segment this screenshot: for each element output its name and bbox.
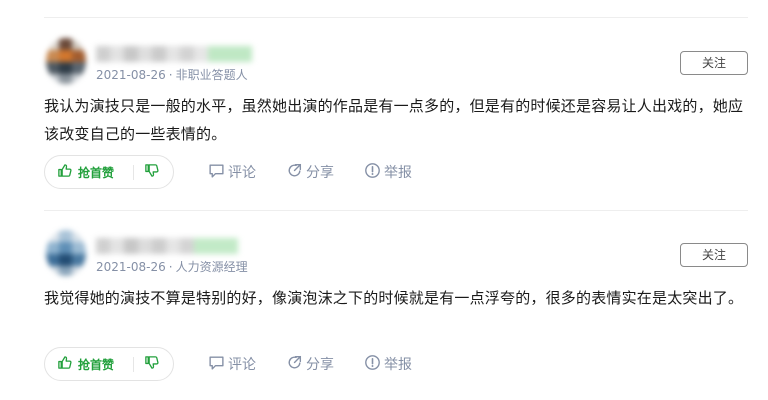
report-button[interactable]: 举报 [364, 347, 412, 381]
author-role: 人力资源经理 [175, 260, 248, 274]
answer-meta: 2021-08-26 · 人力资源经理 [96, 258, 248, 275]
vote-down-button[interactable] [144, 156, 159, 188]
answer-date: 2021-08-26 [96, 260, 166, 274]
vote-up-button[interactable]: 抢首赞 [57, 156, 114, 188]
share-icon [286, 162, 306, 183]
answer-meta: 2021-08-26 · 非职业答题人 [96, 66, 248, 83]
follow-button[interactable]: 关注 [680, 243, 748, 267]
vote-up-label: 抢首赞 [78, 165, 115, 180]
report-label: 举报 [384, 357, 412, 373]
thumbs-down-icon [144, 163, 159, 182]
answer-card: 2021-08-26 · 人力资源经理 关注 我觉得她的演技不算是特别的好，像演泡沫… [0, 210, 768, 400]
action-bar: 抢首赞 评论 分享 举报 [44, 155, 464, 189]
avatar[interactable] [46, 230, 86, 276]
answer-date: 2021-08-26 [96, 68, 166, 82]
vote-group: 抢首赞 [44, 155, 174, 189]
comment-button[interactable]: 评论 [208, 347, 256, 381]
comment-icon [208, 354, 228, 375]
share-icon [286, 354, 306, 375]
answer-content: 我觉得她的演技不算是特别的好，像演泡沫之下的时候就是有一点浮夸的，很多的表情实在… [44, 289, 744, 307]
follow-button[interactable]: 关注 [680, 51, 748, 75]
report-button[interactable]: 举报 [364, 155, 412, 189]
share-button[interactable]: 分享 [286, 347, 334, 381]
thumbs-up-icon [57, 355, 72, 374]
vote-divider [133, 165, 134, 180]
share-label: 分享 [306, 357, 334, 373]
thumbs-up-icon [57, 163, 72, 182]
report-icon [364, 162, 384, 183]
comment-label: 评论 [228, 357, 256, 373]
vote-group: 抢首赞 [44, 347, 174, 381]
author-role: 非职业答题人 [175, 68, 248, 82]
answer-card: 2021-08-26 · 非职业答题人 关注 我认为演技只是一般的水平，虽然她出演的… [0, 18, 768, 211]
meta-separator: · [168, 260, 173, 274]
author-name-blurred[interactable] [96, 238, 256, 254]
share-label: 分享 [306, 165, 334, 181]
comment-button[interactable]: 评论 [208, 155, 256, 189]
report-label: 举报 [384, 165, 412, 181]
share-button[interactable]: 分享 [286, 155, 334, 189]
author-name-blurred[interactable] [96, 46, 256, 62]
answer-content: 我认为演技只是一般的水平，虽然她出演的作品是有一点多的，但是有的时候还是容易让人… [44, 97, 744, 143]
vote-down-button[interactable] [144, 348, 159, 380]
comment-icon [208, 162, 228, 183]
meta-separator: · [168, 68, 173, 82]
vote-up-button[interactable]: 抢首赞 [57, 348, 114, 380]
vote-divider [133, 357, 134, 372]
thumbs-down-icon [144, 355, 159, 374]
vote-up-label: 抢首赞 [78, 357, 115, 372]
comment-label: 评论 [228, 165, 256, 181]
avatar[interactable] [46, 38, 86, 84]
report-icon [364, 354, 384, 375]
action-bar: 抢首赞 评论 分享 举报 [44, 347, 464, 381]
